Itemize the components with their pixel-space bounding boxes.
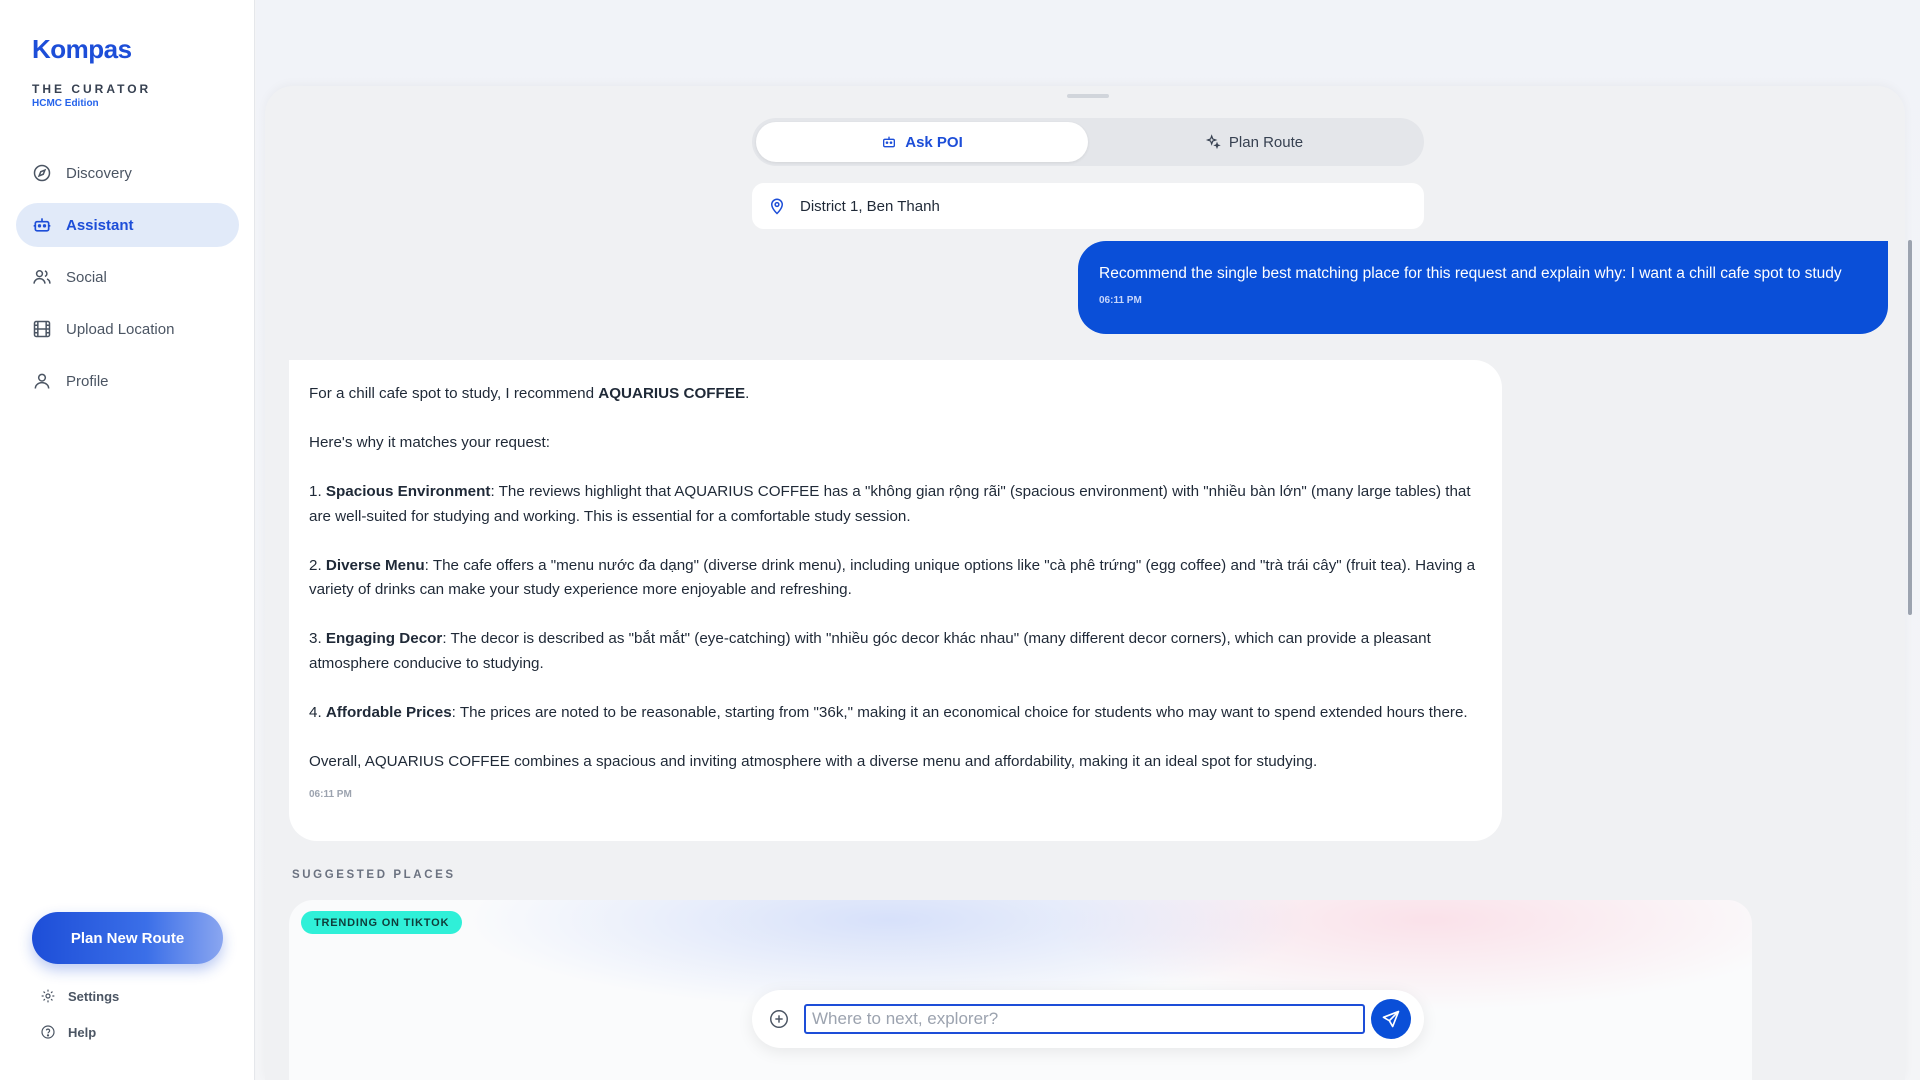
tab-plan-route[interactable]: Plan Route <box>1088 122 1420 162</box>
sidebar-item-label: Social <box>66 268 107 286</box>
sidebar-item-label: Discovery <box>66 164 132 182</box>
sparkles-icon <box>1205 134 1221 150</box>
sidebar-item-profile[interactable]: Profile <box>16 359 239 403</box>
chat-scrollbar[interactable] <box>1908 240 1912 615</box>
send-button[interactable] <box>1371 999 1411 1039</box>
sidebar-nav: Discovery Assistant Social Upload Locati… <box>16 151 239 411</box>
reason-item: 2. Diverse Menu: The cafe offers a "menu… <box>309 554 1482 603</box>
user-message-bubble: Recommend the single best matching place… <box>1078 241 1888 334</box>
message-input[interactable] <box>804 1004 1365 1034</box>
settings-label: Settings <box>68 988 120 1004</box>
intro-text: For a chill cafe spot to study, I recomm… <box>309 385 599 402</box>
tab-ask-poi[interactable]: Ask POI <box>756 122 1088 162</box>
plus-circle-icon <box>770 1010 788 1028</box>
reason-text: : The decor is described as "bắt mắt" (e… <box>309 630 1431 672</box>
user-icon <box>32 371 52 391</box>
film-icon <box>32 319 52 339</box>
add-attachment-button[interactable] <box>768 1008 790 1030</box>
mode-toggle: Ask POI Plan Route <box>752 118 1424 166</box>
suggested-places-heading: SUGGESTED PLACES <box>292 869 456 881</box>
send-icon <box>1382 1010 1400 1028</box>
reason-item: 1. Spacious Environment: The reviews hig… <box>309 480 1482 529</box>
message-composer <box>752 990 1424 1048</box>
reason-title: Diverse Menu <box>325 556 425 574</box>
intro-end: . <box>745 385 750 402</box>
settings-link[interactable]: Settings <box>40 988 119 1004</box>
brand-subtitle: THE CURATOR <box>32 82 152 96</box>
user-message-time: 06:11 PM <box>1099 295 1142 306</box>
location-selector[interactable]: District 1, Ben Thanh <box>752 183 1424 229</box>
sidebar: Kompas THE CURATOR HCMC Edition Discover… <box>0 0 255 1080</box>
reason-title: Affordable Prices <box>325 703 452 721</box>
compass-icon <box>32 163 52 183</box>
reason-text: : The prices are noted to be reasonable,… <box>451 703 1468 721</box>
robot-icon <box>883 136 896 148</box>
users-icon <box>32 267 52 287</box>
brand-edition: HCMC Edition <box>32 98 99 109</box>
reason-title: Engaging Decor <box>325 630 443 647</box>
sidebar-item-discovery[interactable]: Discovery <box>16 151 239 195</box>
help-link[interactable]: Help <box>40 1024 96 1040</box>
help-circle-icon <box>41 1025 55 1039</box>
sidebar-item-label: Upload Location <box>66 320 175 338</box>
place-name: AQUARIUS COFFEE <box>598 385 746 402</box>
tab-label: Plan Route <box>1228 133 1304 151</box>
assistant-message-time: 06:11 PM <box>309 788 352 800</box>
assistant-intro: For a chill cafe spot to study, I recomm… <box>309 382 1482 407</box>
reason-item: 4. Affordable Prices: The prices are not… <box>309 701 1482 726</box>
trending-badge: TRENDING ON TIKTOK <box>301 911 463 934</box>
tab-label: Ask POI <box>905 133 963 151</box>
user-message-text: Recommend the single best matching place… <box>1099 265 1842 282</box>
assistant-summary: Overall, AQUARIUS COFFEE combines a spac… <box>309 752 1318 770</box>
reason-title: Spacious Environment <box>325 483 491 500</box>
sidebar-item-assistant[interactable]: Assistant <box>16 203 239 247</box>
sidebar-item-label: Assistant <box>66 216 134 234</box>
map-pin-icon <box>770 198 784 215</box>
reason-number: 1. <box>309 483 326 500</box>
gear-icon <box>41 989 55 1003</box>
assistant-message-bubble: For a chill cafe spot to study, I recomm… <box>289 360 1502 841</box>
brand-logo[interactable]: Kompas <box>32 34 132 65</box>
assistant-why: Here's why it matches your request: <box>309 434 550 451</box>
robot-icon <box>32 215 52 235</box>
sidebar-item-upload-location[interactable]: Upload Location <box>16 307 239 351</box>
plan-new-route-button[interactable]: Plan New Route <box>32 912 223 964</box>
reason-item: 3. Engaging Decor: The decor is describe… <box>309 627 1482 676</box>
location-label: District 1, Ben Thanh <box>800 197 940 215</box>
help-label: Help <box>68 1024 97 1040</box>
reason-number: 4. <box>309 703 326 721</box>
sidebar-item-social[interactable]: Social <box>16 255 239 299</box>
sidebar-item-label: Profile <box>66 372 109 390</box>
reason-text: : The cafe offers a "menu nước đa dạng" … <box>309 556 1476 599</box>
reason-number: 3. <box>309 630 326 647</box>
reason-number: 2. <box>309 556 326 574</box>
panel-drag-handle[interactable] <box>1067 94 1109 98</box>
